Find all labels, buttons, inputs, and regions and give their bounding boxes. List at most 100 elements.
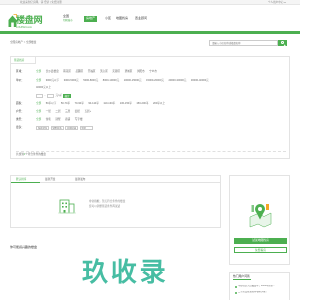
filter-option[interactable]: 写字楼 [75, 118, 83, 121]
result-count-prefix: 共找到 [16, 153, 24, 156]
filter-option[interactable]: 20000-30000元 [168, 79, 186, 82]
tab-latest-published[interactable]: 最新发布 [70, 176, 221, 183]
filter-option[interactable]: 200平以上 [153, 102, 165, 105]
filter-panel: 筛选找房 区域： 全部 长沙县楼盘 雨花区 岳麓区 开福区 天心区 芙蓉区 望城区 浏阳市 宁乡市… [10, 56, 290, 159]
nav-item-consultant[interactable]: 置业顾问 [133, 16, 149, 22]
filter-option[interactable]: 全部 [36, 118, 41, 121]
price-unit: 元/㎡ [55, 94, 62, 97]
map-pin-illustration-icon [249, 204, 272, 228]
tab-latest-opening[interactable]: 最新开盘 [40, 176, 70, 183]
filter-option[interactable]: 全部 [36, 70, 41, 73]
listing-panel: 默认排序 最新开盘 最新发布 非常抱歉，暂无符合条件的楼盘 您可以调整筛选条件再… [10, 175, 221, 228]
filter-option[interactable]: 70-90平 [75, 102, 84, 105]
filter-option[interactable]: 宁乡市 [149, 70, 157, 73]
user-center-label: 个人用户中心 [267, 1, 284, 4]
filter-option[interactable]: 住宅 [46, 118, 51, 121]
question-icon: ? [235, 286, 238, 289]
filter-option[interactable]: 130-150平 [120, 102, 132, 105]
filter-option[interactable]: 商铺 [65, 118, 70, 121]
filter-label: 单价： [16, 79, 24, 82]
user-center-link[interactable]: 个人用户中心 [268, 1, 286, 4]
filter-option[interactable]: 望城区 [125, 70, 133, 73]
filter-option[interactable]: 5000-8000元 [83, 79, 98, 82]
site-header: 楼盘网 LOUPAN.com 全国 切换城市 房地产 小区 地图找房 置业顾问 [0, 5, 300, 31]
welcome-text[interactable]: 欢迎来到亿房网，请 登录 | 免费注册 [20, 1, 62, 4]
filter-option[interactable]: 三居 [65, 110, 70, 113]
watermark: 玖收录 [82, 257, 169, 287]
tab-default-sort[interactable]: 默认排序 [11, 176, 40, 183]
filter-option[interactable]: 天心区 [100, 70, 108, 73]
tab-filter-search[interactable]: 筛选找房 [11, 57, 36, 64]
filter-option[interactable]: 芙蓉区 [112, 70, 120, 73]
empty-line-1: 非常抱歉，暂无符合条件的楼盘 [89, 200, 126, 203]
filter-label: 区域： [16, 70, 24, 73]
search-button[interactable] [278, 40, 287, 46]
filter-label: 户型： [16, 110, 24, 113]
filter-option[interactable]: 50平以下 [46, 102, 57, 105]
filter-option[interactable]: 3000-5000元 [64, 79, 79, 82]
filter-option[interactable]: 二居 [55, 110, 60, 113]
map-search-sidebar: 试试地图找房 免费看房 [229, 175, 290, 265]
question-text: 二手房交易流程有哪些步骤？ [237, 291, 268, 293]
hot-questions-title: 热门用户问答 [233, 274, 250, 278]
filter-option[interactable]: 150-200平 [136, 102, 148, 105]
filter-option[interactable]: 10000-15000元 [124, 79, 142, 82]
filter-option[interactable]: 五居+ [84, 110, 91, 113]
filter-option[interactable]: 8000-10000元 [103, 79, 119, 82]
map-search-button[interactable]: 试试地图找房 [234, 238, 287, 244]
empty-state-message: 非常抱歉，暂无符合条件的楼盘 您可以调整筛选条件再试试 [89, 200, 125, 208]
filter-option[interactable]: 长沙县楼盘 [46, 70, 59, 73]
search-input[interactable] [209, 40, 278, 46]
filter-option[interactable]: 雨花区 [63, 70, 71, 73]
nav-item-map-search[interactable]: 地图找房 [114, 16, 130, 22]
free-viewing-button[interactable]: 免费看房 [234, 247, 287, 253]
price-max-input[interactable] [47, 94, 54, 98]
city-switch-link[interactable]: 切换城市 [63, 19, 73, 22]
filter-option[interactable]: 全部 [36, 79, 41, 82]
question-icon: ? [235, 292, 238, 295]
filter-option[interactable]: 50-70平 [61, 102, 70, 105]
empty-building-icon [58, 199, 76, 214]
breadcrumb[interactable]: 全国房地产 > 全部楼盘 [10, 41, 36, 44]
chevron-down-icon [284, 1, 286, 3]
filter-option[interactable]: 全部 [36, 102, 41, 105]
filter-option[interactable]: 110-130平 [103, 102, 115, 105]
breadcrumb-row: 全国房地产 > 全部楼盘 [0, 39, 300, 48]
nav-item-real-estate[interactable]: 房地产 [84, 16, 98, 22]
filter-option[interactable]: 别墅 [55, 118, 60, 121]
nav-item-community[interactable]: 小区 [103, 16, 113, 22]
filter-option[interactable]: 浏阳市 [137, 70, 145, 73]
question-text: 不想在买入后被套牢，2022年房价... [237, 285, 275, 287]
question-item[interactable]: ?二手房交易流程有哪些步骤？ [235, 291, 289, 295]
price-min-input[interactable] [36, 94, 43, 98]
decoration-select[interactable]: 装修状况 [36, 126, 49, 131]
filter-option[interactable]: 15000-20000元 [146, 79, 164, 82]
filter-label: 更多： [16, 126, 24, 129]
sales-status-select[interactable]: 销售状态 [50, 126, 64, 131]
logo-domain: LOUPAN.com [16, 26, 33, 29]
filter-label: 面积： [16, 102, 24, 105]
hot-questions-panel: 热门用户问答 ?不想在买入后被套牢，2022年房价... ?二手房交易流程有哪些… [229, 272, 290, 300]
filter-option[interactable]: 90-110平 [88, 102, 98, 105]
price-confirm-button[interactable]: 确定 [63, 93, 71, 99]
logo-text: 楼盘网 [16, 15, 43, 25]
empty-line-2: 您可以调整筛选条件再试试 [89, 205, 121, 209]
filter-option[interactable]: 40000元以上 [36, 86, 51, 89]
site-logo[interactable]: 楼盘网 LOUPAN.com [8, 13, 54, 33]
question-item[interactable]: ?不想在买入后被套牢，2022年房价... [235, 285, 289, 289]
recommend-title: 你可能感兴趣的楼盘 [10, 245, 38, 249]
search-icon [280, 41, 284, 45]
filter-option[interactable]: 四居 [75, 110, 80, 113]
opening-time-select[interactable]: 开盘时间 [65, 126, 78, 131]
filter-option[interactable]: 3000元以下 [46, 79, 60, 82]
feature-select[interactable]: 特色 [79, 126, 93, 131]
filter-option[interactable]: 岳麓区 [75, 70, 83, 73]
filter-option[interactable]: 30000-40000元 [191, 79, 209, 82]
range-separator: - [44, 94, 46, 97]
result-count-suffix: 个符合条件的楼盘 [25, 153, 46, 156]
filter-divider [16, 151, 286, 152]
filter-option[interactable]: 开福区 [88, 70, 96, 73]
filter-label: 类型： [16, 118, 24, 121]
filter-option[interactable]: 全部 [36, 110, 41, 113]
filter-option[interactable]: 一居 [46, 110, 51, 113]
